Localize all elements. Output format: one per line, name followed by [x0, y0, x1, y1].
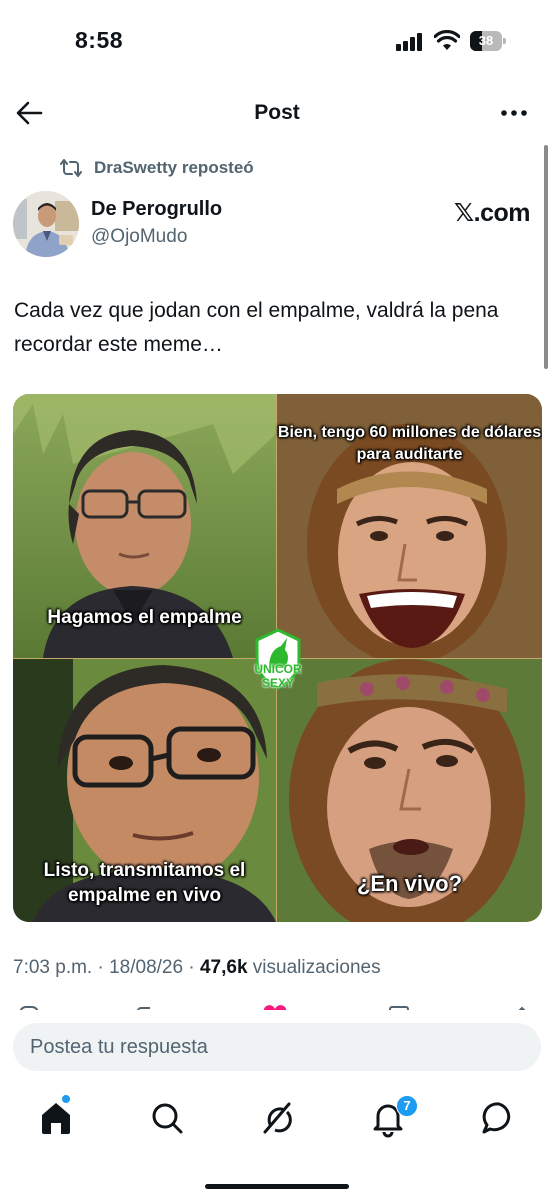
source-label: 𝕏.com — [454, 199, 531, 227]
wifi-icon — [434, 30, 460, 50]
post-time: 7:03 p.m. — [13, 957, 93, 978]
repost-indicator[interactable]: DraSwetty reposteó — [60, 155, 254, 181]
status-bar: 8:58 38 — [0, 0, 554, 80]
notifications-badge: 7 — [396, 1095, 418, 1117]
battery-percent: 38 — [478, 33, 494, 48]
views-count: 47,6k — [199, 957, 248, 978]
author-handle[interactable]: @OjoMudo — [91, 226, 187, 248]
post-meta: 7:03 p.m. · 18/08/26 · 47,6k visualizaci… — [13, 957, 381, 979]
bottom-nav — [0, 1090, 554, 1150]
meta-separator: · — [97, 957, 104, 978]
reply-input[interactable]: Postea tu respuesta — [13, 1023, 541, 1071]
meme-caption-bottom-left: Listo, transmitamos el empalme en vivo — [43, 860, 246, 906]
home-indicator — [205, 1184, 349, 1189]
post-text: Cada vez que jodan con el empalme, valdr… — [14, 299, 499, 356]
battery-icon: 38 — [470, 31, 506, 51]
cellular-signal-icon — [396, 33, 426, 51]
watermark-label: UNICOR SEXY — [254, 662, 302, 690]
meta-separator: · — [188, 957, 195, 978]
meme-caption-bottom-right: ¿En vivo? — [356, 871, 463, 896]
post-header: Post — [0, 90, 554, 140]
meme-caption-top-right: Bien, tengo 60 millones de dólares para … — [277, 424, 542, 463]
search-icon[interactable] — [147, 1098, 187, 1138]
page-title: Post — [254, 101, 300, 124]
author-name[interactable]: De Perogrullo — [91, 198, 222, 221]
status-time: 8:58 — [75, 27, 124, 53]
post-date: 18/08/26 — [109, 957, 184, 978]
grok-icon[interactable] — [257, 1098, 297, 1138]
more-options-icon[interactable] — [498, 98, 530, 128]
post-image[interactable]: Hagamos el empalme Bien, tengo 60 millon… — [13, 394, 542, 922]
repost-icon — [60, 159, 82, 177]
messages-icon[interactable] — [479, 1098, 519, 1138]
scrollbar[interactable] — [544, 145, 548, 369]
repost-label: DraSwetty reposteó — [94, 158, 254, 177]
meme-caption-top-left: Hagamos el empalme — [47, 607, 242, 628]
views-label[interactable]: visualizaciones — [253, 957, 381, 978]
home-icon[interactable] — [36, 1098, 76, 1138]
avatar[interactable] — [13, 191, 79, 257]
home-unread-dot — [62, 1095, 70, 1103]
